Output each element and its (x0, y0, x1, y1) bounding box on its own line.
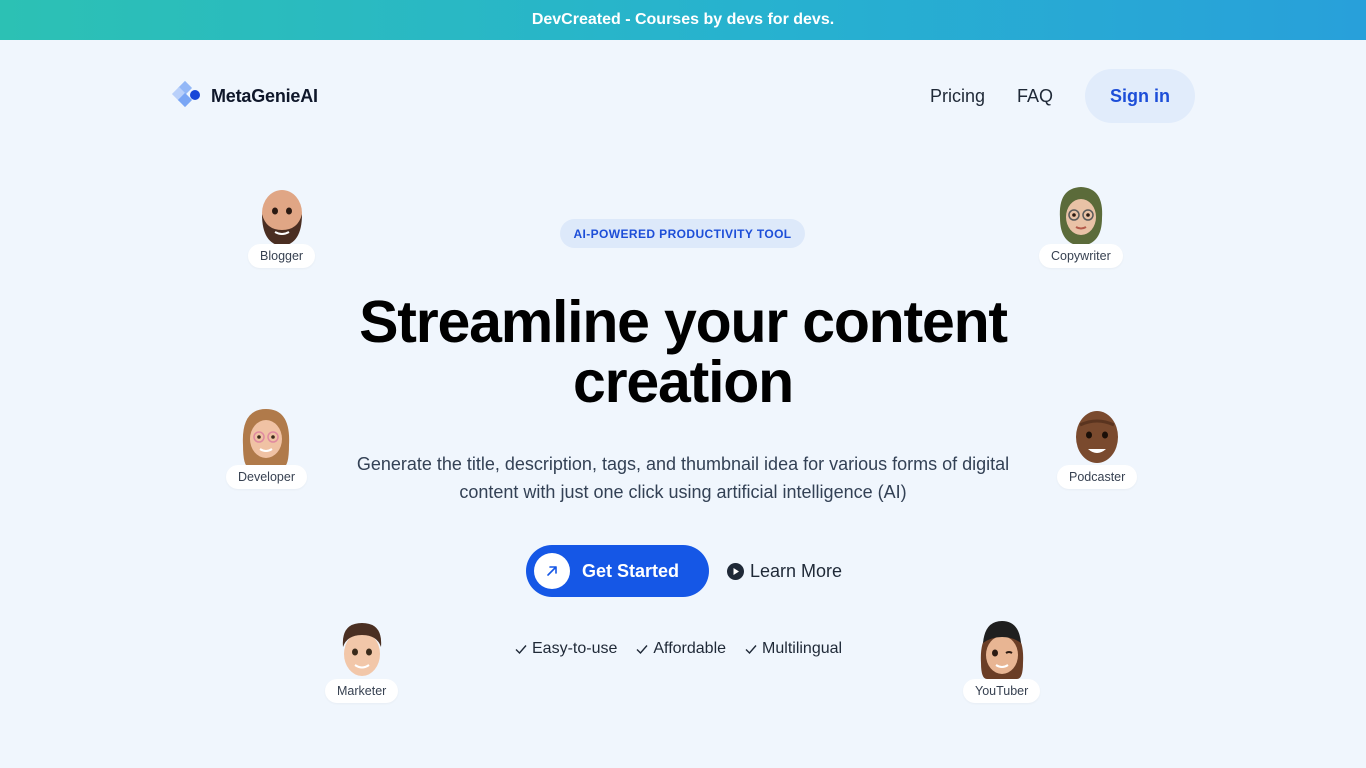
navbar: MetaGenieAI Pricing FAQ Sign in (171, 69, 1195, 123)
avatar-youtuber: YouTuber (963, 619, 1041, 703)
copywriter-memoji-icon (1059, 187, 1103, 246)
feature-item: Multilingual (744, 640, 842, 658)
announcement-link[interactable]: DevCreated - Courses by devs for devs. (532, 11, 834, 29)
nav-link-pricing[interactable]: Pricing (930, 86, 985, 107)
developer-memoji-icon (243, 409, 290, 467)
check-icon (745, 645, 757, 655)
feature-item: Easy-to-use (514, 640, 617, 658)
cta-row: Get Started Learn More (526, 545, 842, 597)
podcaster-memoji-icon (1076, 411, 1119, 463)
announcement-bar: DevCreated - Courses by devs for devs. (0, 0, 1366, 40)
feature-label: Affordable (653, 640, 727, 657)
blogger-memoji-icon (261, 190, 302, 246)
hero-headline: Streamline your content creation (283, 292, 1083, 412)
avatar-marketer: Marketer (325, 619, 399, 703)
get-started-label: Get Started (582, 560, 680, 581)
avatar-label: Podcaster (1057, 465, 1138, 489)
hero-subtitle: Generate the title, description, tags, a… (343, 450, 1023, 506)
get-started-button[interactable]: Get Started (526, 545, 709, 597)
avatar-podcaster: Podcaster (1057, 405, 1138, 489)
feature-list: Easy-to-use Affordable Multilingual (514, 638, 842, 660)
marketer-memoji-icon (342, 623, 381, 676)
youtuber-memoji-icon (980, 621, 1023, 679)
nav-link-faq[interactable]: FAQ (1017, 86, 1053, 107)
feature-item: Affordable (635, 640, 726, 658)
sign-in-button[interactable]: Sign in (1085, 69, 1195, 123)
learn-more-label: Learn More (750, 560, 843, 581)
headline-line-2: creation (573, 349, 794, 415)
subtitle-line-2: content with just one click using artifi… (459, 482, 907, 502)
brand-name: MetaGenieAI (211, 85, 318, 106)
learn-more-button[interactable]: Learn More (727, 561, 842, 582)
avatar-label: Blogger (248, 244, 316, 268)
feature-label: Multilingual (762, 640, 843, 657)
avatar-copywriter: Copywriter (1039, 184, 1123, 268)
avatar-label: YouTuber (963, 679, 1041, 703)
brand-logo-link[interactable]: MetaGenieAI (171, 80, 318, 112)
diamond-logo-icon (171, 80, 203, 112)
arrow-up-right-icon (534, 553, 570, 589)
headline-line-1: Streamline your content (359, 289, 1008, 355)
avatar-label: Developer (226, 465, 307, 489)
avatar-label: Marketer (325, 679, 399, 703)
play-circle-icon (727, 562, 744, 580)
check-icon (636, 645, 648, 655)
avatar-developer: Developer (226, 405, 307, 489)
subtitle-line-1: Generate the title, description, tags, a… (356, 454, 1010, 474)
avatar-label: Copywriter (1039, 244, 1123, 268)
nav-links: Pricing FAQ Sign in (930, 69, 1195, 123)
check-icon (515, 645, 527, 655)
feature-label: Easy-to-use (532, 640, 618, 657)
tagline-badge: AI-POWERED PRODUCTIVITY TOOL (560, 219, 805, 248)
avatar-blogger: Blogger (248, 184, 316, 268)
